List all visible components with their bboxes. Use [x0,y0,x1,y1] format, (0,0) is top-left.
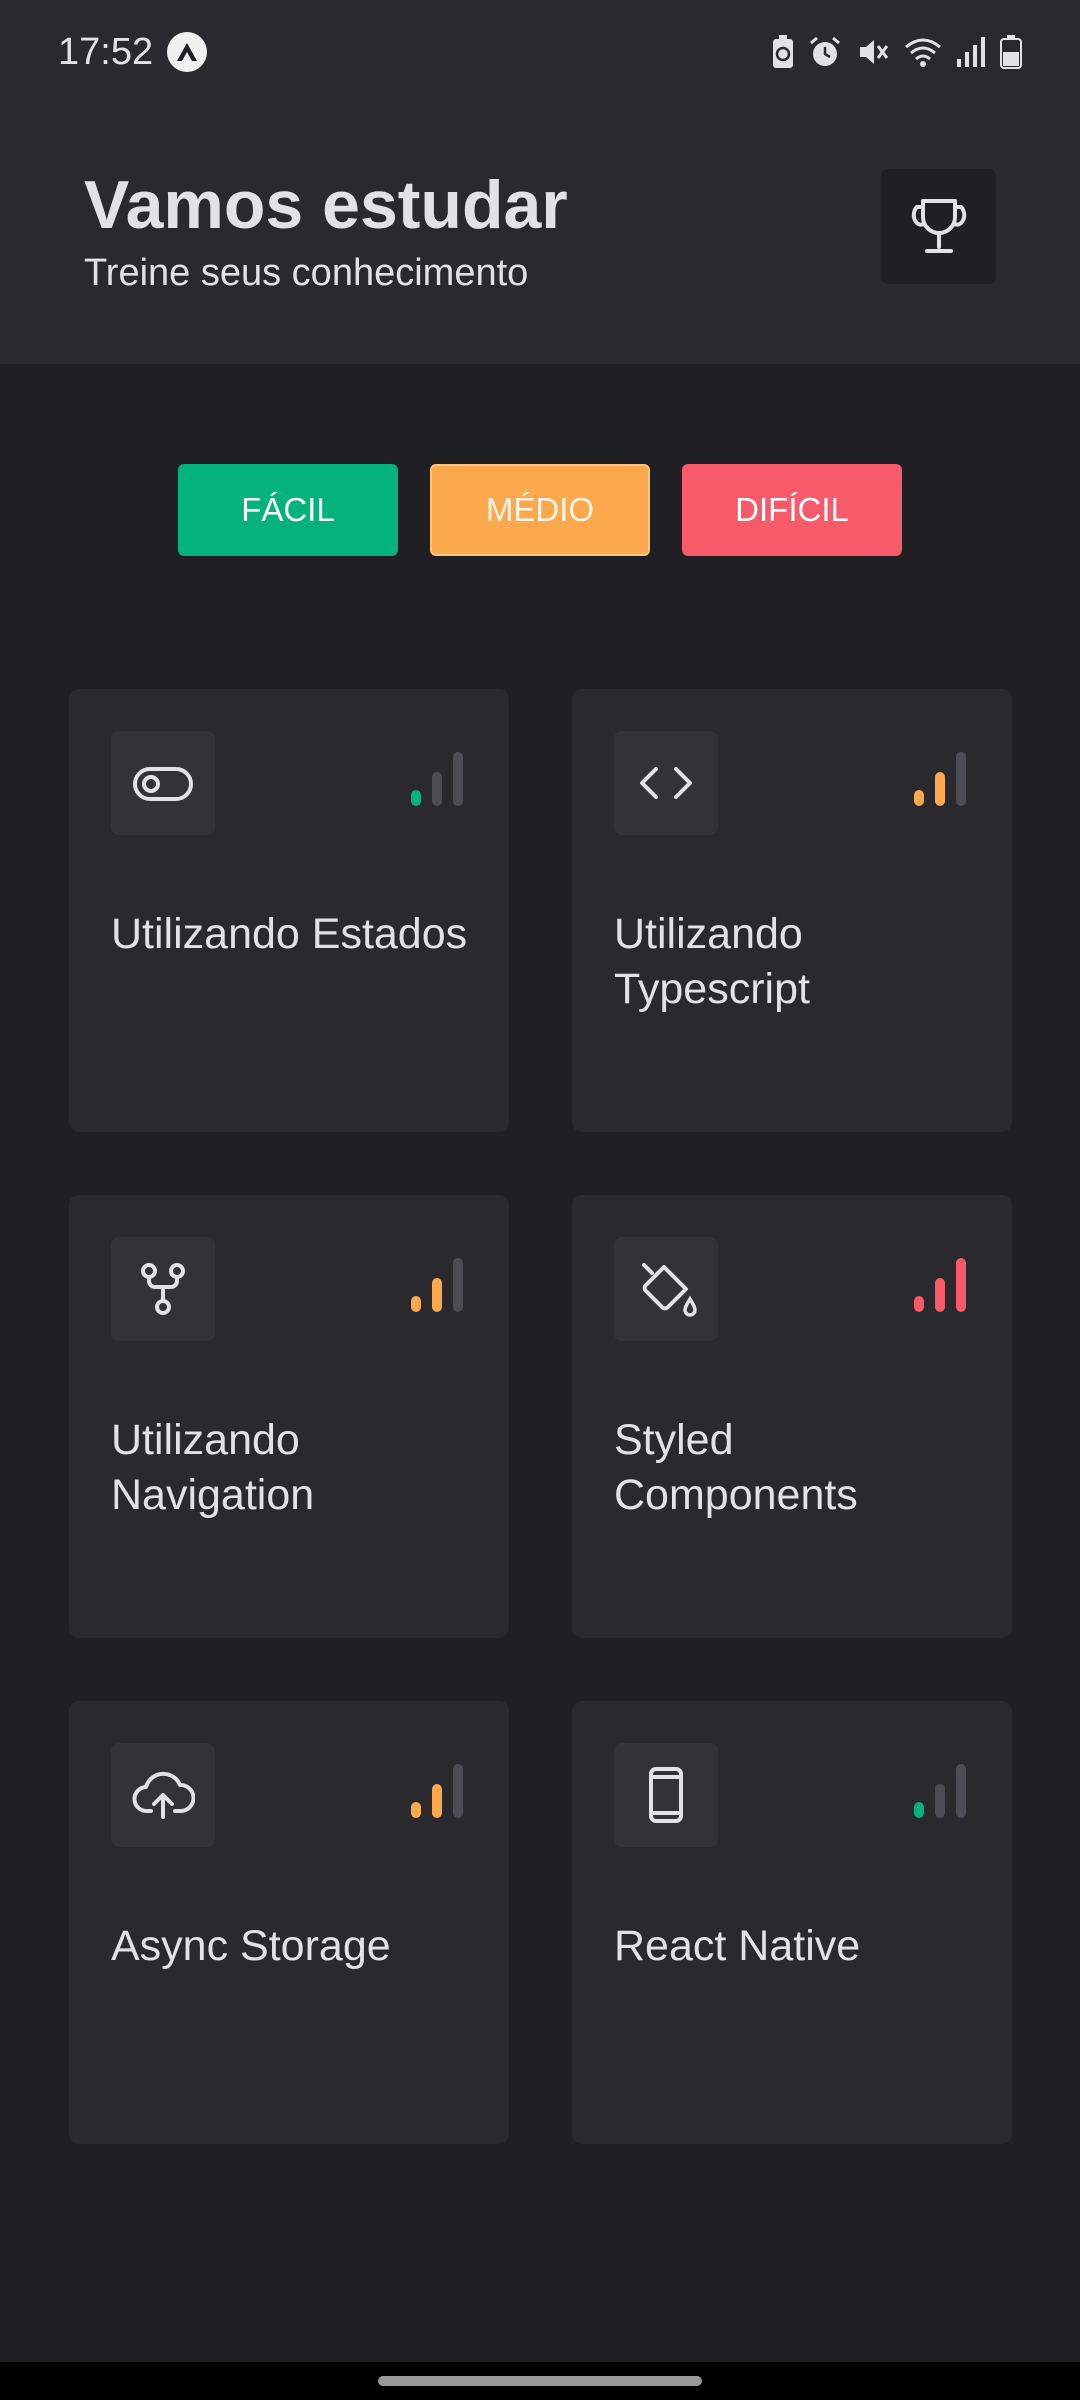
filter-medium-button[interactable]: MÉDIO [430,464,650,556]
history-button[interactable] [881,169,996,284]
level-bar [453,1764,463,1818]
level-bar [914,790,924,806]
level-bars [914,1258,966,1312]
level-bar [935,772,945,806]
cloud-upload-icon [132,1771,195,1819]
quiz-card[interactable]: React Native [572,1701,1012,2144]
quiz-title: React Native [614,1922,861,1970]
level-filters: FÁCIL MÉDIO DIFÍCIL [0,464,1080,556]
device-mobile-icon [649,1767,683,1823]
level-bar [411,1802,421,1818]
page-title: Vamos estudar [84,167,568,243]
level-bar [956,1764,966,1818]
level-bar [914,1296,924,1312]
paint-bucket-icon [642,1263,697,1317]
level-bars [914,752,966,806]
quiz-title: Utilizando Typescript [614,910,810,1013]
level-bar [935,1784,945,1818]
toggle-icon [133,767,193,801]
level-bar [453,752,463,806]
level-bars [914,1764,966,1818]
level-bar [432,772,442,806]
code-icon [640,767,692,799]
git-fork-icon [141,1263,185,1315]
level-bar [432,1784,442,1818]
app-icon [167,32,208,72]
level-bars [411,1764,463,1818]
filter-easy-button[interactable]: FÁCIL [178,464,398,556]
level-bar [956,1258,966,1312]
level-bars [411,1258,463,1312]
header: Vamos estudar Treine seus conhecimento [0,104,1080,364]
alarm-icon [810,36,840,66]
battery-saver-icon [773,35,793,68]
level-bars [411,752,463,806]
wifi-icon [905,38,941,67]
level-bar [956,752,966,806]
quiz-title: Styled Components [614,1416,858,1519]
trophy-icon [911,198,966,253]
quiz-card[interactable]: Utilizando Navigation [69,1195,509,1638]
system-nav-bar [0,2362,1080,2400]
level-bar [411,790,421,806]
home-indicator[interactable] [378,2376,702,2386]
status-bar: 17:52 [0,0,1080,104]
filter-hard-button[interactable]: DIFÍCIL [682,464,902,556]
battery-icon [1000,35,1022,69]
quiz-card[interactable]: Async Storage [69,1701,509,2144]
quiz-title: Async Storage [111,1922,391,1970]
page-subtitle: Treine seus conhecimento [84,252,529,294]
level-bar [453,1258,463,1312]
quiz-card[interactable]: Utilizando Estados [69,689,509,1132]
level-bar [935,1278,945,1312]
signal-icon [957,37,985,67]
quiz-card[interactable]: Styled Components [572,1195,1012,1638]
level-bar [914,1802,924,1818]
quiz-card[interactable]: Utilizando Typescript [572,689,1012,1132]
level-bar [432,1278,442,1312]
level-bar [411,1296,421,1312]
status-time: 17:52 [58,30,154,73]
quiz-title: Utilizando Estados [111,910,468,958]
quiz-title: Utilizando Navigation [111,1416,315,1519]
mute-icon [860,40,889,64]
